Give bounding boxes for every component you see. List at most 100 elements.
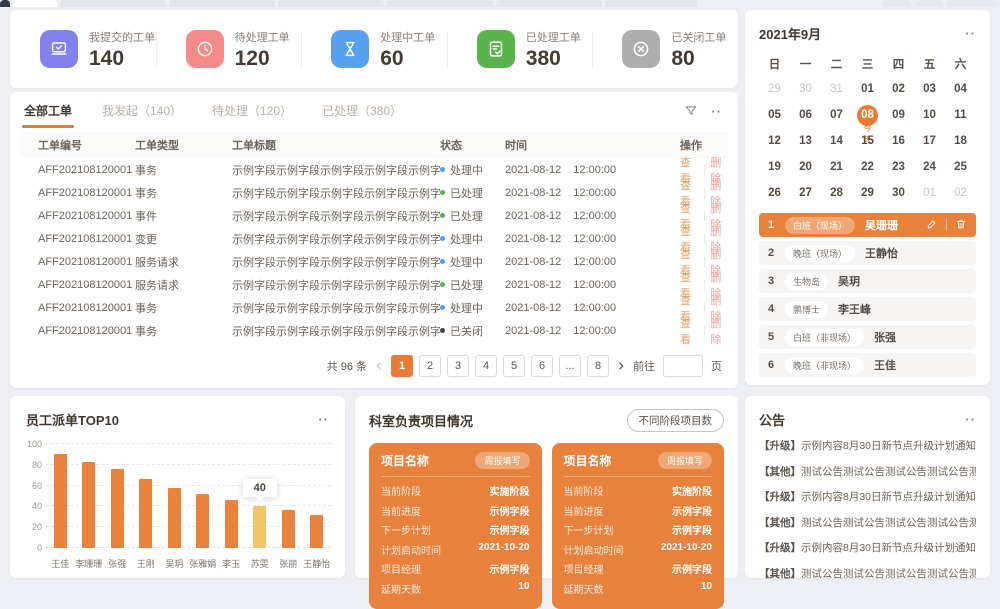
worklist-tab[interactable]: 全部工单 bbox=[24, 102, 72, 128]
calendar-day[interactable]: 16 bbox=[883, 128, 914, 154]
duty-item[interactable]: 2晚班（现场）王静怡 bbox=[759, 241, 976, 265]
more-icon[interactable]: ·· bbox=[711, 105, 722, 118]
view-link[interactable]: 查看 bbox=[680, 315, 698, 347]
pagination-page[interactable]: 3 bbox=[447, 355, 469, 377]
more-icon[interactable]: ·· bbox=[318, 413, 329, 426]
calendar-day[interactable]: 14 bbox=[821, 128, 852, 154]
bar[interactable] bbox=[196, 494, 209, 548]
window-control[interactable] bbox=[947, 0, 997, 7]
calendar-day[interactable]: 24 bbox=[914, 154, 945, 180]
filter-icon[interactable] bbox=[684, 104, 698, 118]
top-tab-active[interactable] bbox=[13, 0, 57, 7]
more-icon[interactable]: ·· bbox=[965, 27, 976, 40]
worklist-tab[interactable]: 待处理（120） bbox=[212, 102, 292, 128]
calendar-day[interactable]: 23 bbox=[883, 154, 914, 180]
calendar-day[interactable]: 31 bbox=[821, 76, 852, 102]
calendar-day[interactable]: 29 bbox=[759, 76, 790, 102]
top-tab[interactable] bbox=[60, 0, 166, 7]
calendar-day[interactable]: 01 bbox=[914, 180, 945, 206]
announcement-item[interactable]: 【其他】测试公告测试公告测试公告测试公告测试公告 bbox=[759, 515, 976, 530]
calendar-day[interactable]: 21 bbox=[821, 154, 852, 180]
bar[interactable] bbox=[82, 462, 95, 548]
window-control[interactable] bbox=[916, 0, 942, 7]
bar[interactable] bbox=[168, 488, 181, 548]
calendar-day[interactable]: 10 bbox=[914, 102, 945, 128]
calendar-day[interactable]: 06 bbox=[790, 102, 821, 128]
top-tab[interactable] bbox=[605, 0, 697, 7]
duty-item[interactable]: 4鹏博士李王峰 bbox=[759, 297, 976, 321]
pagination-page[interactable]: 5 bbox=[503, 355, 525, 377]
pagination-page[interactable]: 4 bbox=[475, 355, 497, 377]
calendar-day[interactable]: 02 bbox=[945, 180, 976, 206]
calendar-day[interactable]: 15 bbox=[852, 128, 883, 154]
duty-item[interactable]: 3生物岛吴玥 bbox=[759, 269, 976, 293]
calendar-day[interactable]: 20 bbox=[790, 154, 821, 180]
bar-highlighted[interactable] bbox=[253, 506, 266, 548]
calendar-day[interactable]: 12 bbox=[759, 128, 790, 154]
duty-item[interactable]: 1白班（现场）吴珊珊 bbox=[759, 213, 976, 237]
calendar-day[interactable]: 29 bbox=[852, 180, 883, 206]
announcement-item[interactable]: 【其他】测试公告测试公告测试公告测试公告测试公告 bbox=[759, 464, 976, 479]
top-tab[interactable] bbox=[387, 0, 493, 7]
calendar-day[interactable]: 22 bbox=[852, 154, 883, 180]
calendar-day[interactable]: 09 bbox=[883, 102, 914, 128]
table-row[interactable]: AFF202108120001变更示例字段示例字段示例字段示例字段示例字段处理中… bbox=[20, 227, 728, 250]
pagination-ellipsis[interactable]: ... bbox=[559, 355, 581, 377]
more-icon[interactable]: ·· bbox=[965, 413, 976, 426]
calendar-day[interactable]: 30 bbox=[883, 180, 914, 206]
calendar-day[interactable]: 26 bbox=[759, 180, 790, 206]
top-tab[interactable] bbox=[496, 0, 602, 7]
weekly-report-badge[interactable]: 周报填写 bbox=[475, 452, 529, 469]
bar[interactable] bbox=[139, 479, 152, 548]
duty-item[interactable]: 5白班（非现场）张强 bbox=[759, 325, 976, 349]
calendar-day[interactable]: 25 bbox=[945, 154, 976, 180]
calendar-day[interactable]: 11 bbox=[945, 102, 976, 128]
announcement-item[interactable]: 【升级】示例内容8月30日新节点升级计划通知 bbox=[759, 489, 976, 504]
calendar-day[interactable]: 19 bbox=[759, 154, 790, 180]
bar[interactable] bbox=[310, 515, 323, 548]
calendar-day[interactable]: 28 bbox=[821, 180, 852, 206]
calendar-day[interactable]: 01 bbox=[852, 76, 883, 102]
table-row[interactable]: AFF202108120001服务请求示例字段示例字段示例字段示例字段示例字段处… bbox=[20, 250, 728, 273]
announcement-item[interactable]: 【升级】示例内容8月30日新节点升级计划通知 bbox=[759, 438, 976, 453]
calendar-day[interactable]: 04 bbox=[945, 76, 976, 102]
pagination-page[interactable]: 1 bbox=[391, 355, 413, 377]
calendar-day[interactable]: 17 bbox=[914, 128, 945, 154]
weekly-report-badge[interactable]: 周报填写 bbox=[658, 452, 712, 469]
delete-link[interactable]: 删除 bbox=[710, 315, 728, 347]
calendar-day[interactable]: 07 bbox=[821, 102, 852, 128]
table-row[interactable]: AFF202108120001事务示例字段示例字段示例字段示例字段示例字段处理中… bbox=[20, 296, 728, 319]
pagination-page[interactable]: 2 bbox=[419, 355, 441, 377]
table-row[interactable]: AFF202108120001事务示例字段示例字段示例字段示例字段示例字段处理中… bbox=[20, 158, 728, 181]
top-tab[interactable] bbox=[0, 0, 10, 7]
worklist-tab[interactable]: 已处理（380） bbox=[322, 102, 402, 128]
top-tab[interactable] bbox=[278, 0, 384, 7]
announcement-item[interactable]: 【其他】测试公告测试公告测试公告测试公告测试公告 bbox=[759, 566, 976, 581]
pagination-next-icon[interactable] bbox=[615, 360, 627, 372]
stage-count-button[interactable]: 不同阶段项目数 bbox=[627, 409, 725, 432]
table-row[interactable]: AFF202108120001事务示例字段示例字段示例字段示例字段示例字段已处理… bbox=[20, 181, 728, 204]
calendar-day[interactable]: 13 bbox=[790, 128, 821, 154]
calendar-day-today[interactable]: 08今天 bbox=[852, 102, 883, 128]
pagination-page[interactable]: 6 bbox=[531, 355, 553, 377]
bar[interactable] bbox=[282, 510, 295, 548]
table-row[interactable]: AFF202108120001事务示例字段示例字段示例字段示例字段示例字段已关闭… bbox=[20, 319, 728, 342]
calendar-day[interactable]: 30 bbox=[790, 76, 821, 102]
project-card[interactable]: 项目名称周报填写当前阶段实施阶段当前进度示例字段下一步计划示例字段计划启动时间2… bbox=[369, 443, 542, 609]
edit-icon[interactable] bbox=[926, 218, 938, 233]
bar[interactable] bbox=[225, 500, 238, 548]
window-control[interactable] bbox=[883, 0, 911, 7]
calendar-day[interactable]: 02 bbox=[883, 76, 914, 102]
pagination-page[interactable]: 8 bbox=[587, 355, 609, 377]
table-row[interactable]: AFF202108120001服务请求示例字段示例字段示例字段示例字段示例字段已… bbox=[20, 273, 728, 296]
goto-page-input[interactable] bbox=[663, 355, 703, 377]
top-tab[interactable] bbox=[169, 0, 275, 7]
announcement-item[interactable]: 【升级】示例内容8月30日新节点升级计划通知 bbox=[759, 540, 976, 555]
calendar-day[interactable]: 05 bbox=[759, 102, 790, 128]
worklist-tab[interactable]: 我发起（140） bbox=[102, 102, 182, 128]
table-row[interactable]: AFF202108120001事件示例字段示例字段示例字段示例字段示例字段已处理… bbox=[20, 204, 728, 227]
bar[interactable] bbox=[54, 454, 67, 548]
bar[interactable] bbox=[111, 469, 124, 548]
calendar-day[interactable]: 18 bbox=[945, 128, 976, 154]
calendar-day[interactable]: 03 bbox=[914, 76, 945, 102]
